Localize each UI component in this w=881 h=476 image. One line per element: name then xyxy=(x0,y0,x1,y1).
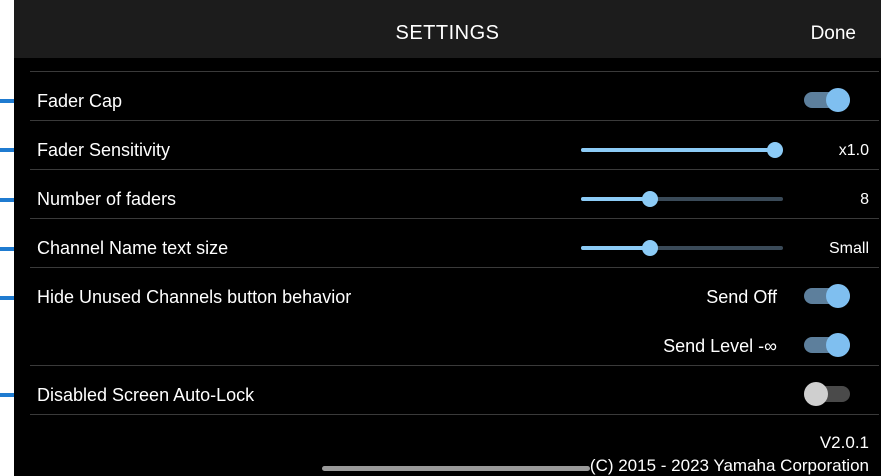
number-of-faders-label: Number of faders xyxy=(37,189,177,209)
send-off-label: Send Off xyxy=(706,287,777,307)
slider-fill xyxy=(581,197,650,201)
divider xyxy=(30,414,879,415)
divider xyxy=(30,120,879,121)
fader-sensitivity-label: Fader Sensitivity xyxy=(37,140,171,160)
divider xyxy=(30,71,879,72)
toggle-knob xyxy=(826,88,850,112)
channel-name-text-size-label: Channel Name text size xyxy=(37,238,229,258)
send-off-toggle[interactable] xyxy=(804,284,850,308)
done-button[interactable]: Done xyxy=(811,23,856,45)
slider-thumb[interactable] xyxy=(766,142,783,158)
divider xyxy=(30,218,879,219)
slider-fill xyxy=(581,148,775,152)
hide-unused-channels-label: Hide Unused Channels button behavior xyxy=(37,287,352,307)
fader-cap-toggle[interactable] xyxy=(804,88,850,112)
toggle-knob xyxy=(826,284,850,308)
copyright-text: (C) 2015 - 2023 Yamaha Corporation xyxy=(589,456,869,475)
page-title: SETTINGS xyxy=(395,22,500,44)
fader-sensitivity-value: x1.0 xyxy=(838,142,869,159)
auto-lock-toggle[interactable] xyxy=(804,382,850,406)
slider-thumb[interactable] xyxy=(641,191,658,207)
divider xyxy=(30,365,879,366)
divider xyxy=(30,267,879,268)
slider-fill xyxy=(581,246,650,250)
divider xyxy=(30,169,879,170)
channel-name-text-size-slider[interactable] xyxy=(581,240,783,256)
fader-sensitivity-slider[interactable] xyxy=(581,142,783,158)
channel-name-text-size-value: Small xyxy=(828,240,869,257)
toggle-knob xyxy=(826,333,850,357)
slider-thumb[interactable] xyxy=(641,240,658,256)
settings-screen: SETTINGS Done Fader Cap Fader Sensitivit… xyxy=(14,0,881,476)
fader-cap-label: Fader Cap xyxy=(37,91,123,111)
toggle-knob xyxy=(804,382,828,406)
number-of-faders-value: 8 xyxy=(860,191,869,208)
send-level-toggle[interactable] xyxy=(804,333,850,357)
send-level-label: Send Level -∞ xyxy=(663,336,777,356)
number-of-faders-slider[interactable] xyxy=(581,191,783,207)
version-text: V2.0.1 xyxy=(819,433,869,452)
auto-lock-label: Disabled Screen Auto-Lock xyxy=(37,385,255,405)
header-bar: SETTINGS Done xyxy=(14,0,881,58)
home-indicator xyxy=(322,466,590,471)
